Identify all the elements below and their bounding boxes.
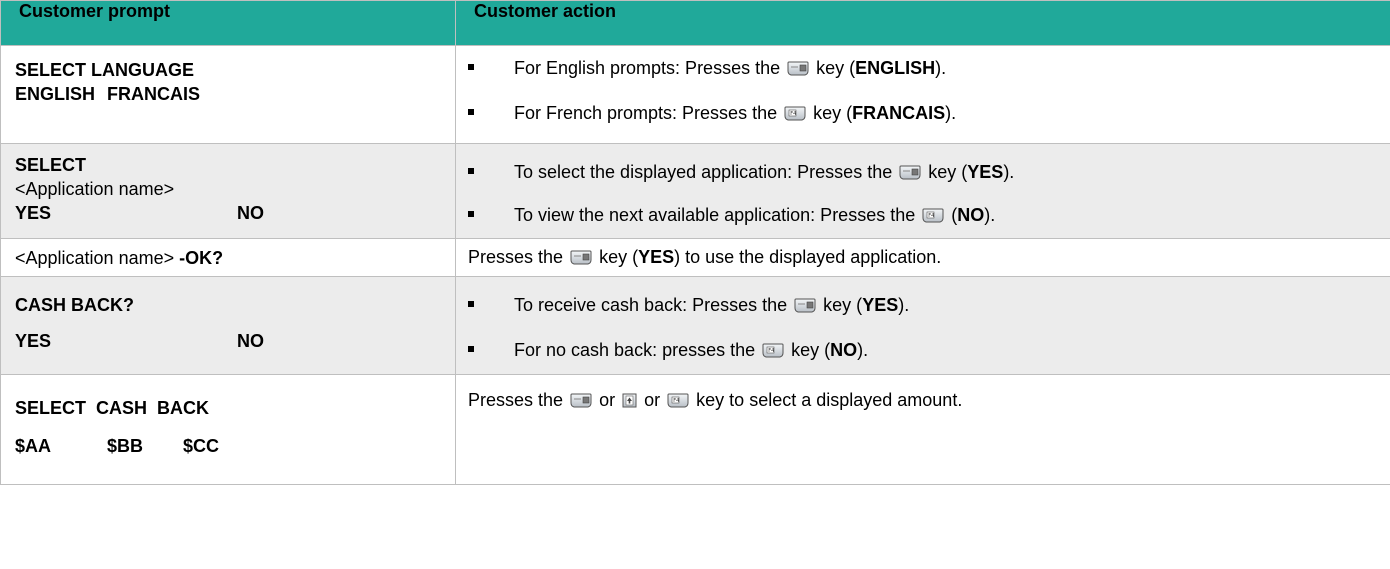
action-text: key to select a displayed amount. — [696, 390, 963, 410]
action-text: ). — [857, 340, 869, 360]
action-bullet: For French prompts: Presses the key (FRA… — [468, 102, 1380, 124]
action-key-label: ENGLISH — [855, 58, 936, 78]
f1-key-icon — [794, 298, 816, 313]
f4-key-icon — [667, 393, 689, 408]
action-text: ) to use the displayed application. — [674, 247, 942, 267]
prompt-cell: <Application name> -OK? — [0, 238, 456, 277]
header-customer-action: Customer action — [455, 0, 1390, 46]
action-text: key ( — [599, 247, 639, 267]
action-text: key ( — [928, 162, 968, 182]
up-arrow-key-icon — [622, 393, 637, 408]
action-bullet: To view the next available application: … — [468, 204, 1380, 226]
action-text: or — [599, 390, 616, 410]
customer-prompts-table: Customer prompt Customer action SELECT L… — [0, 0, 1390, 485]
table-header-row: Customer prompt Customer action — [0, 0, 1390, 46]
action-key-label: YES — [638, 247, 675, 267]
f4-key-icon — [762, 343, 784, 358]
action-cell: Presses the key (YES) to use the display… — [455, 238, 1390, 277]
action-text: To view the next available application: … — [514, 205, 916, 225]
action-key-label: YES — [967, 162, 1004, 182]
prompt-cell: SELECT CASH BACK $AA $BB $CC — [0, 374, 456, 485]
table-row: SELECT LANGUAGE ENGLISH FRANCAIS For Engl… — [0, 45, 1390, 144]
prompt-option: $BB — [107, 436, 144, 456]
prompt-line: YES NO — [15, 201, 447, 225]
action-cell: For English prompts: Presses the key (EN… — [455, 45, 1390, 144]
prompt-line: <Application name> — [15, 248, 175, 268]
action-text: For no cash back: presses the — [514, 340, 756, 360]
action-key-label: NO — [957, 205, 985, 225]
action-text: key ( — [813, 103, 853, 123]
prompt-line: ENGLISH FRANCAIS — [15, 82, 447, 106]
action-key-label: FRANCAIS — [852, 103, 946, 123]
prompt-line: SELECT LANGUAGE — [15, 60, 195, 80]
prompt-line: YES NO — [15, 323, 447, 359]
f1-key-icon — [899, 165, 921, 180]
prompt-line: <Application name> — [15, 179, 175, 199]
f4-key-icon — [922, 208, 944, 223]
action-text: key ( — [816, 58, 856, 78]
f1-key-icon — [570, 250, 592, 265]
prompt-option: $CC — [183, 436, 220, 456]
action-text: ). — [1003, 162, 1015, 182]
prompt-cell: SELECT <Application name> YES NO — [0, 143, 456, 239]
prompt-option: $AA — [15, 436, 52, 456]
f4-key-icon — [784, 106, 806, 121]
action-text: For English prompts: Presses the — [514, 58, 781, 78]
f1-key-icon — [787, 61, 809, 76]
action-bullet: For no cash back: presses the key (NO). — [468, 339, 1380, 361]
prompt-line: SELECT — [15, 155, 87, 175]
table-row: SELECT <Application name> YES NO To selec… — [0, 143, 1390, 239]
action-text: ). — [935, 58, 947, 78]
prompt-line: CASH BACK? — [15, 295, 134, 315]
prompt-option: NO — [237, 203, 265, 223]
prompt-cell: CASH BACK? YES NO — [0, 276, 456, 375]
prompt-line: $AA $BB $CC — [15, 427, 447, 465]
prompt-option: FRANCAIS — [107, 84, 201, 104]
header-customer-prompt: Customer prompt — [0, 0, 456, 46]
prompt-option: ENGLISH — [15, 84, 96, 104]
table-row: SELECT CASH BACK $AA $BB $CC Presses the o… — [0, 374, 1390, 485]
action-text: For French prompts: Presses the — [514, 103, 778, 123]
action-text: or — [644, 390, 661, 410]
prompt-cell: SELECT LANGUAGE ENGLISH FRANCAIS — [0, 45, 456, 144]
action-text: Presses the — [468, 247, 564, 267]
prompt-option: NO — [237, 331, 265, 351]
action-text: ). — [984, 205, 996, 225]
f1-key-icon — [570, 393, 592, 408]
prompt-option: YES — [15, 331, 52, 351]
action-key-label: NO — [830, 340, 858, 360]
action-text: key ( — [791, 340, 831, 360]
action-bullet: For English prompts: Presses the key (EN… — [468, 57, 1380, 79]
prompt-suffix: -OK? — [179, 248, 224, 268]
action-text: ). — [945, 103, 957, 123]
action-cell: Presses the or or key to select a displa… — [455, 374, 1390, 485]
prompt-line: SELECT CASH BACK — [15, 398, 210, 418]
action-text: To select the displayed application: Pre… — [514, 162, 893, 182]
action-cell: To receive cash back: Presses the key (Y… — [455, 276, 1390, 375]
action-text: Presses the — [468, 390, 564, 410]
action-bullet: To receive cash back: Presses the key (Y… — [468, 294, 1380, 316]
action-bullet: To select the displayed application: Pre… — [468, 161, 1380, 183]
action-cell: To select the displayed application: Pre… — [455, 143, 1390, 239]
action-key-label: YES — [862, 295, 899, 315]
action-text: ). — [898, 295, 910, 315]
table-row: <Application name> -OK? Presses the key … — [0, 238, 1390, 277]
prompt-option: YES — [15, 203, 52, 223]
action-text: key ( — [823, 295, 863, 315]
action-text: To receive cash back: Presses the — [514, 295, 788, 315]
table-row: CASH BACK? YES NO To receive cash back: P… — [0, 276, 1390, 375]
